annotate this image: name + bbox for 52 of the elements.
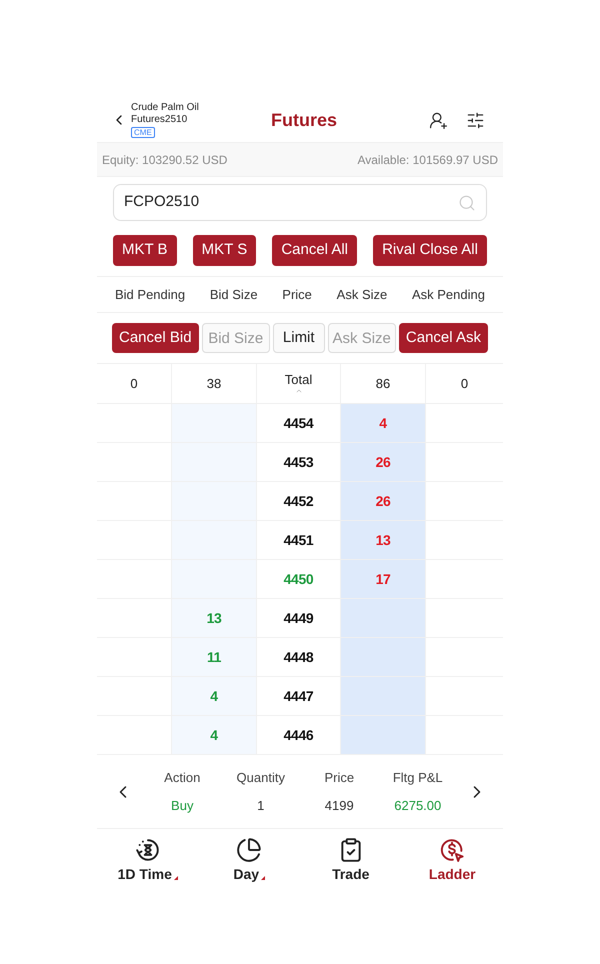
pie-chart-icon [236, 837, 262, 863]
column-header: Ask Pending [412, 286, 485, 304]
ask-size-cell[interactable]: 26 [341, 482, 426, 520]
ask-size-cell[interactable]: 17 [341, 560, 426, 598]
search-icon[interactable] [458, 194, 476, 212]
size-input[interactable]: Bid Size [202, 323, 270, 353]
total-value: 86 [376, 374, 390, 393]
order-action-button[interactable]: Rival Close All [373, 235, 487, 266]
size-input[interactable]: Ask Size [328, 323, 396, 353]
ask-size-cell[interactable]: 4 [341, 404, 426, 442]
page-title: Futures [270, 108, 338, 132]
position-column-header: Fltg P&L [392, 768, 443, 787]
cancel-button[interactable]: Cancel Bid [112, 323, 199, 353]
bottom-tab[interactable]: Trade [300, 837, 402, 883]
add-user-icon[interactable] [429, 110, 448, 130]
equity-text: Equity: 103290.52 USD [102, 152, 228, 168]
column-header: Bid Size [210, 286, 258, 304]
instrument-name: Crude Palm Oil Futures2510 [131, 102, 200, 126]
ask-size-cell[interactable] [341, 677, 426, 715]
position-value: 1 [257, 797, 264, 815]
column-header: Bid Pending [115, 286, 186, 304]
position-column-header: Price [324, 768, 354, 786]
settings-icon[interactable] [466, 110, 485, 130]
cancel-button[interactable]: Cancel Ask [398, 323, 488, 353]
exchange-badge: CME [131, 127, 155, 138]
position-value: 4199 [324, 797, 354, 815]
column-header: Ask Size [336, 286, 388, 304]
search-field[interactable]: FCPO2510 [113, 184, 487, 221]
position-value: Buy [171, 797, 194, 815]
order-action-button[interactable]: Cancel All [272, 235, 358, 266]
bottom-tab[interactable]: 1D Time [97, 837, 198, 883]
column-header: Price [282, 286, 312, 304]
total-value: 38 [206, 374, 222, 393]
hourglass-timer-icon [134, 837, 161, 863]
total-value: 0 [130, 374, 138, 393]
ask-size-cell[interactable]: 26 [341, 443, 426, 481]
ask-size-cell[interactable] [341, 638, 426, 676]
order-action-button[interactable]: MKT S [192, 235, 256, 266]
order-type-button[interactable]: Limit [272, 323, 325, 353]
position-column-header: Action [164, 768, 200, 786]
bottom-tab[interactable]: Ladder [402, 837, 503, 883]
position-column-header: Quantity [236, 768, 285, 787]
ask-size-cell[interactable] [341, 599, 426, 637]
total-label: Total [284, 372, 312, 387]
ask-size-cell[interactable]: 13 [341, 521, 426, 559]
position-value: 6275.00 [394, 797, 442, 815]
bottom-tab[interactable]: Day [198, 837, 300, 883]
available-text: Available: 101569.97 USD [357, 152, 498, 168]
order-action-button[interactable]: MKT B [113, 235, 177, 266]
ask-size-cell[interactable] [341, 716, 426, 754]
total-value: 0 [460, 374, 468, 393]
dollar-cursor-icon [439, 837, 466, 863]
